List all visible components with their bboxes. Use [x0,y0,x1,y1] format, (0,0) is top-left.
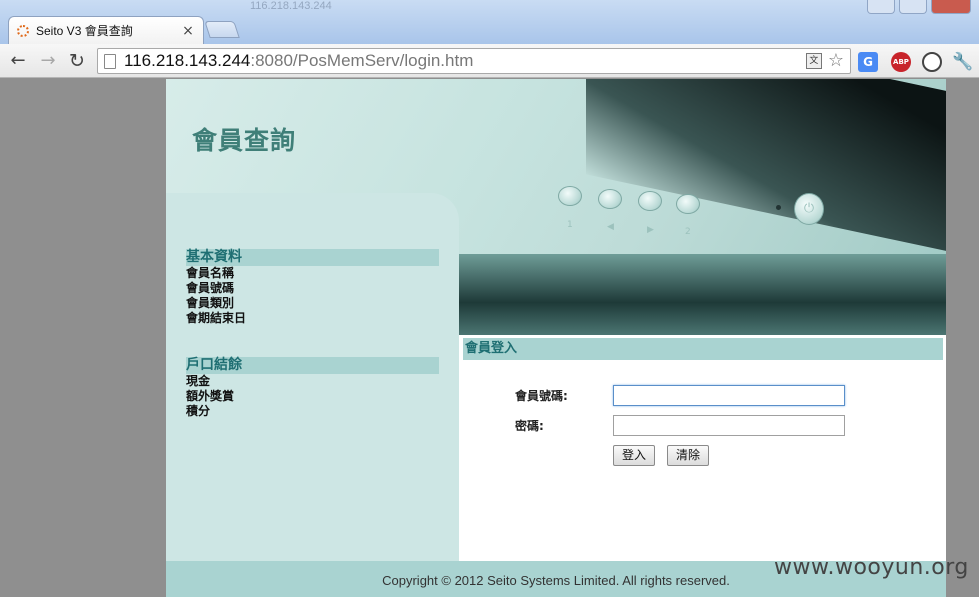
power-icon: ⏻ [794,193,824,225]
menu-heading-basic-info: 基本資料 [186,249,439,266]
bookmark-star-icon[interactable]: ☆ [828,52,844,70]
blurred-url-text: 116.218.143.244 [250,0,332,12]
translate-icon[interactable]: 文 [805,53,822,69]
minimize-button[interactable] [867,0,895,14]
login-heading: 會員登入 [463,338,943,360]
window-close-button[interactable] [931,0,971,14]
url-host: 116.218.143.244 [124,51,251,70]
menu-item-member-type[interactable]: 會員類別 [186,296,439,311]
forward-arrow-icon[interactable]: → [36,49,60,73]
screenshot-extension-icon[interactable] [922,52,942,72]
password-input[interactable] [613,415,845,436]
tab-title: Seito V3 會員查詢 [36,24,133,38]
back-arrow-icon[interactable]: ← [6,49,30,73]
monitor-base-graphic [459,254,946,335]
monitor-label-3: ▶ [647,225,654,235]
sidebar: 基本資料 會員名稱 會員號碼 會員類別 會期結束日 戶口結餘 現金 額外獎賞 積… [166,193,459,597]
google-translate-extension-icon[interactable]: G [858,52,878,72]
page-icon [104,53,116,69]
url-path: :8080/PosMemServ/login.htm [250,51,474,70]
menu-heading-account-balance: 戶口結餘 [186,357,439,374]
monitor-label-4: 2 [685,227,691,237]
monitor-button-1 [558,186,582,206]
menu-item-points[interactable]: 積分 [186,404,439,419]
power-led [776,205,781,210]
password-label: 密碼: [515,419,544,433]
wrench-menu-icon[interactable]: 🔧 [952,52,973,72]
monitor-screen-graphic [586,79,946,264]
menu-item-member-name[interactable]: 會員名稱 [186,266,439,281]
omnibox-actions: 文 ☆ [805,52,844,70]
reload-icon[interactable]: ↻ [65,49,89,73]
menu-section-basic-info: 基本資料 會員名稱 會員號碼 會員類別 會期結束日 [186,249,439,326]
browser-tab[interactable]: Seito V3 會員查詢 × [8,16,204,44]
menu-item-extra-reward[interactable]: 額外獎賞 [186,389,439,404]
page-container: 會員查詢 1 ◀ ▶ 2 ⏻ 基本資料 會員名稱 會員號碼 會員類別 會期結束日… [166,79,946,597]
url-text[interactable]: 116.218.143.244:8080/PosMemServ/login.ht… [124,51,473,71]
login-panel: 會員登入 會員號碼: 密碼: 登入 清除 [459,335,946,561]
browser-toolbar: ← → ↻ 116.218.143.244:8080/PosMemServ/lo… [0,44,979,78]
window-controls [867,0,971,14]
tab-strip: 116.218.143.244 Seito V3 會員查詢 × [0,0,979,44]
menu-section-account-balance: 戶口結餘 現金 額外獎賞 積分 [186,357,439,419]
monitor-button-4 [676,194,700,214]
member-number-label: 會員號碼: [515,389,568,403]
new-tab-button[interactable] [204,21,240,38]
monitor-button-3 [638,191,662,211]
address-bar[interactable]: 116.218.143.244:8080/PosMemServ/login.ht… [97,48,851,74]
menu-item-cash[interactable]: 現金 [186,374,439,389]
tab-close-icon[interactable]: × [181,23,195,39]
page-title: 會員查詢 [192,126,297,155]
monitor-label-1: 1 [567,220,573,230]
watermark-text: www.wooyun.org [774,555,969,580]
copyright-text: Copyright © 2012 Seito Systems Limited. … [382,573,730,588]
member-number-input[interactable] [613,385,845,406]
maximize-button[interactable] [899,0,927,14]
monitor-button-2 [598,189,622,209]
login-button[interactable]: 登入 [613,445,655,466]
loading-spinner-icon [17,24,29,37]
clear-button[interactable]: 清除 [667,445,709,466]
monitor-label-2: ◀ [607,222,614,232]
adblock-plus-icon[interactable]: ABP [891,52,911,72]
menu-item-member-number[interactable]: 會員號碼 [186,281,439,296]
menu-item-expiry-date[interactable]: 會期結束日 [186,311,439,326]
